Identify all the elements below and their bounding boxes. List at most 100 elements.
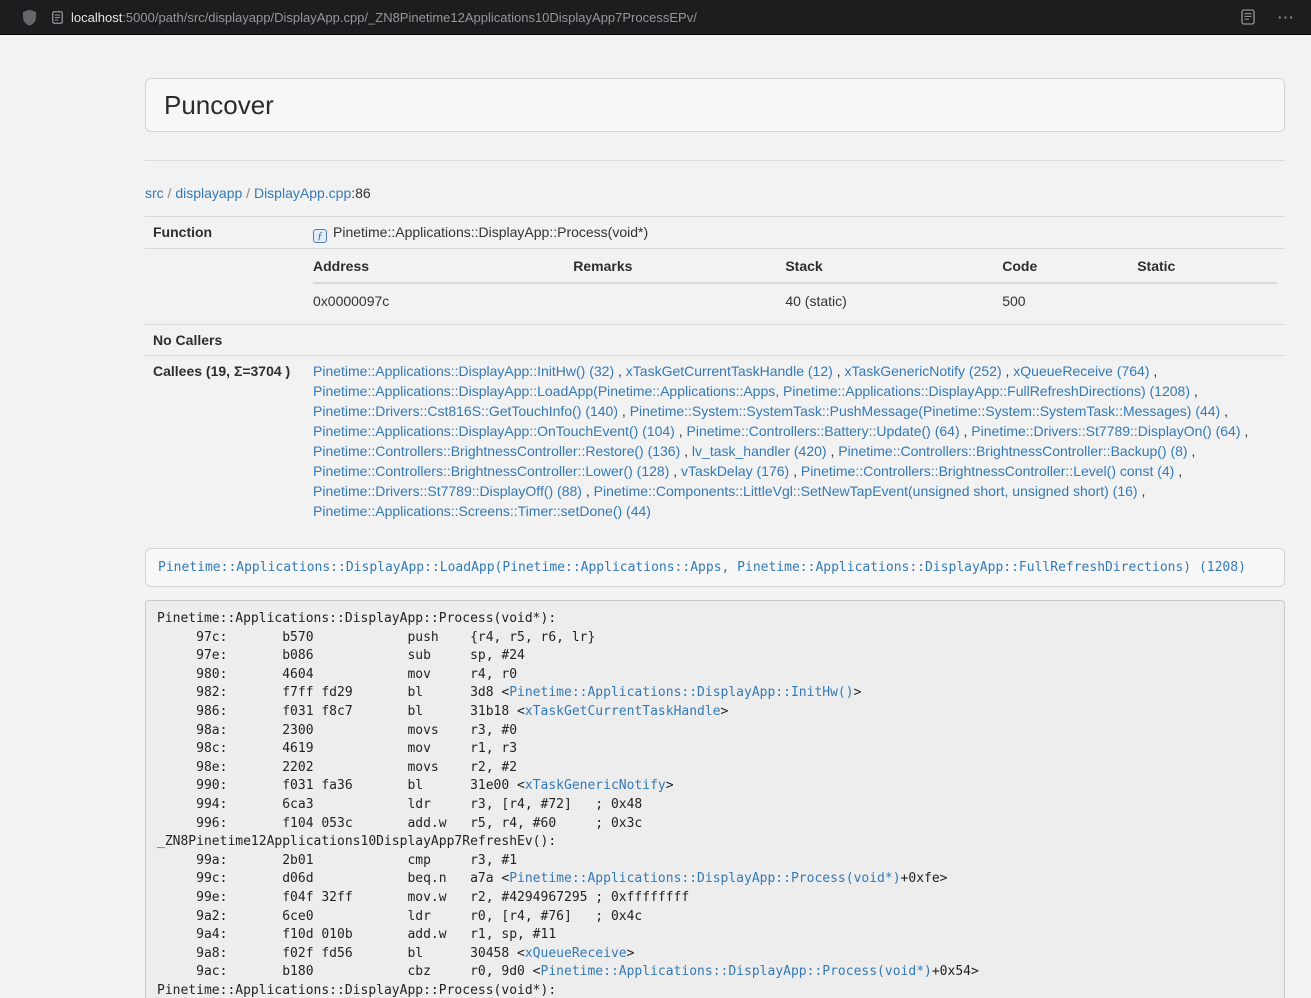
callee-separator: , bbox=[1174, 463, 1182, 479]
app-header: Puncover bbox=[145, 78, 1285, 132]
callee-link[interactable]: Pinetime::Drivers::Cst816S::GetTouchInfo… bbox=[313, 403, 618, 419]
callee-link[interactable]: xTaskGenericNotify (252) bbox=[844, 363, 1001, 379]
table-row: No Callers bbox=[145, 325, 1285, 356]
cell-stack: 40 (static) bbox=[785, 283, 1002, 319]
callee-separator: , bbox=[789, 463, 801, 479]
url-path: :5000/path/src/displayapp/DisplayApp.cpp… bbox=[122, 10, 697, 25]
asm-line: 97e: b086 sub sp, #24 bbox=[157, 647, 1273, 666]
function-table: Function ƒPinetime::Applications::Displa… bbox=[145, 216, 1285, 526]
breadcrumb-link[interactable]: displayapp bbox=[175, 185, 242, 201]
asm-text: 98c: 4619 mov r1, r3 bbox=[157, 741, 517, 756]
callee-link[interactable]: Pinetime::Applications::DisplayApp::Init… bbox=[313, 363, 614, 379]
asm-text: 97c: b570 push {r4, r5, r6, lr} bbox=[157, 630, 595, 645]
asm-text: 990: f031 fa36 bl 31e00 < bbox=[157, 778, 525, 793]
callee-link[interactable]: Pinetime::Drivers::St7789::DisplayOff() … bbox=[313, 483, 582, 499]
breadcrumb-link[interactable]: DisplayApp.cpp bbox=[254, 185, 351, 201]
asm-line: 9a2: 6ce0 ldr r0, [r4, #76] ; 0x4c bbox=[157, 908, 1273, 927]
callee-link[interactable]: Pinetime::Applications::DisplayApp::Load… bbox=[313, 383, 1190, 399]
asm-text: > bbox=[721, 704, 729, 719]
metrics-value-row: 0x0000097c 40 (static) 500 bbox=[313, 283, 1277, 319]
asm-text: 986: f031 f8c7 bl 31b18 < bbox=[157, 704, 525, 719]
callee-link[interactable]: Pinetime::Controllers::BrightnessControl… bbox=[801, 463, 1174, 479]
asm-symbol-link[interactable]: Pinetime::Applications::DisplayApp::Proc… bbox=[541, 964, 932, 979]
callee-separator: , bbox=[827, 443, 839, 459]
asm-text: +0xfe> bbox=[901, 871, 948, 886]
asm-text: 9a4: f10d 010b add.w r1, sp, #11 bbox=[157, 927, 556, 942]
shield-icon[interactable] bbox=[22, 9, 37, 26]
no-callers-label: No Callers bbox=[145, 325, 305, 356]
callee-separator: , bbox=[1002, 363, 1014, 379]
asm-text: > bbox=[627, 946, 635, 961]
asm-symbol-link[interactable]: Pinetime::Applications::DisplayApp::Proc… bbox=[509, 871, 900, 886]
callees-label: Callees (19, Σ=3704 ) bbox=[145, 356, 305, 527]
breadcrumb-link[interactable]: src bbox=[145, 185, 164, 201]
callee-link[interactable]: Pinetime::Drivers::St7789::DisplayOn() (… bbox=[971, 423, 1240, 439]
asm-line: 99e: f04f 32ff mov.w r2, #4294967295 ; 0… bbox=[157, 889, 1273, 908]
callee-link[interactable]: Pinetime::System::SystemTask::PushMessag… bbox=[630, 403, 1221, 419]
callees-list: Pinetime::Applications::DisplayApp::Init… bbox=[305, 356, 1285, 527]
asm-text: 9ac: b180 cbz r0, 9d0 < bbox=[157, 964, 541, 979]
callee-link[interactable]: Pinetime::Controllers::Battery::Update()… bbox=[687, 423, 960, 439]
table-row: Address Remarks Stack Code Static 0x0000… bbox=[145, 249, 1285, 325]
asm-line: 98c: 4619 mov r1, r3 bbox=[157, 740, 1273, 759]
callee-link[interactable]: vTaskDelay (176) bbox=[681, 463, 789, 479]
asm-text: 982: f7ff fd29 bl 3d8 < bbox=[157, 685, 509, 700]
metrics-table: Address Remarks Stack Code Static 0x0000… bbox=[313, 254, 1277, 319]
table-row: Function ƒPinetime::Applications::Displa… bbox=[145, 217, 1285, 249]
symbol-header-link[interactable]: Pinetime::Applications::DisplayApp::Load… bbox=[158, 560, 1246, 575]
main-content: Puncover src / displayapp / DisplayApp.c… bbox=[145, 78, 1285, 998]
callee-link[interactable]: Pinetime::Applications::DisplayApp::OnTo… bbox=[313, 423, 675, 439]
asm-text: 98a: 2300 movs r3, #0 bbox=[157, 723, 517, 738]
address-bar[interactable]: localhost:5000/path/src/displayapp/Displ… bbox=[52, 10, 1221, 25]
callee-link[interactable]: Pinetime::Applications::Screens::Timer::… bbox=[313, 503, 651, 519]
cell-address: 0x0000097c bbox=[313, 283, 573, 319]
callee-separator: , bbox=[618, 403, 630, 419]
app-title: Puncover bbox=[164, 91, 1266, 119]
asm-text: 980: 4604 mov r4, r0 bbox=[157, 667, 517, 682]
asm-text: 97e: b086 sub sp, #24 bbox=[157, 648, 525, 663]
metrics-cell: Address Remarks Stack Code Static 0x0000… bbox=[305, 249, 1285, 325]
asm-symbol-link[interactable]: xTaskGenericNotify bbox=[525, 778, 666, 793]
col-remarks: Remarks bbox=[573, 254, 785, 283]
divider bbox=[145, 160, 1285, 161]
callee-separator: , bbox=[614, 363, 626, 379]
asm-text: 99a: 2b01 cmp r3, #1 bbox=[157, 853, 517, 868]
callee-link[interactable]: lv_task_handler (420) bbox=[692, 443, 827, 459]
asm-line: 980: 4604 mov r4, r0 bbox=[157, 666, 1273, 685]
asm-line: 98e: 2202 movs r2, #2 bbox=[157, 759, 1273, 778]
callee-separator: , bbox=[960, 423, 972, 439]
callee-link[interactable]: Pinetime::Controllers::BrightnessControl… bbox=[313, 443, 680, 459]
asm-line: 98a: 2300 movs r3, #0 bbox=[157, 722, 1273, 741]
cell-remarks bbox=[573, 283, 785, 319]
asm-text: 9a2: 6ce0 ldr r0, [r4, #76] ; 0x4c bbox=[157, 909, 642, 924]
callee-separator: , bbox=[833, 363, 845, 379]
reader-mode-icon[interactable] bbox=[1241, 9, 1255, 25]
callee-link[interactable]: xQueueReceive (764) bbox=[1013, 363, 1149, 379]
callee-separator: , bbox=[675, 423, 687, 439]
callee-separator: , bbox=[1138, 483, 1146, 499]
assembly-code: Pinetime::Applications::DisplayApp::Proc… bbox=[145, 600, 1285, 998]
asm-symbol-link[interactable]: Pinetime::Applications::DisplayApp::Init… bbox=[509, 685, 853, 700]
asm-line: 990: f031 fa36 bl 31e00 <xTaskGenericNot… bbox=[157, 777, 1273, 796]
callee-link[interactable]: Pinetime::Components::LittleVgl::SetNewT… bbox=[594, 483, 1138, 499]
asm-text: > bbox=[854, 685, 862, 700]
asm-text: 9a8: f02f fd56 bl 30458 < bbox=[157, 946, 525, 961]
callee-separator: , bbox=[1241, 423, 1249, 439]
function-name: Pinetime::Applications::DisplayApp::Proc… bbox=[333, 224, 648, 240]
cell-static bbox=[1137, 283, 1277, 319]
asm-text: Pinetime::Applications::DisplayApp::Proc… bbox=[157, 983, 556, 998]
callee-separator: , bbox=[669, 463, 681, 479]
url-host: localhost bbox=[71, 10, 122, 25]
asm-line: 994: 6ca3 ldr r3, [r4, #72] ; 0x48 bbox=[157, 796, 1273, 815]
asm-text: 99e: f04f 32ff mov.w r2, #4294967295 ; 0… bbox=[157, 890, 689, 905]
callee-link[interactable]: xTaskGetCurrentTaskHandle (12) bbox=[626, 363, 833, 379]
callee-link[interactable]: Pinetime::Controllers::BrightnessControl… bbox=[313, 463, 669, 479]
asm-line: Pinetime::Applications::DisplayApp::Proc… bbox=[157, 982, 1273, 998]
asm-symbol-link[interactable]: xQueueReceive bbox=[525, 946, 627, 961]
asm-symbol-link[interactable]: xTaskGetCurrentTaskHandle bbox=[525, 704, 721, 719]
asm-line: 9ac: b180 cbz r0, 9d0 <Pinetime::Applica… bbox=[157, 963, 1273, 982]
overflow-menu-icon[interactable]: ⋯ bbox=[1277, 9, 1295, 26]
callee-link[interactable]: Pinetime::Controllers::BrightnessControl… bbox=[838, 443, 1187, 459]
asm-line: _ZN8Pinetime12Applications10DisplayApp7R… bbox=[157, 833, 1273, 852]
function-type-icon: ƒ bbox=[313, 229, 327, 243]
